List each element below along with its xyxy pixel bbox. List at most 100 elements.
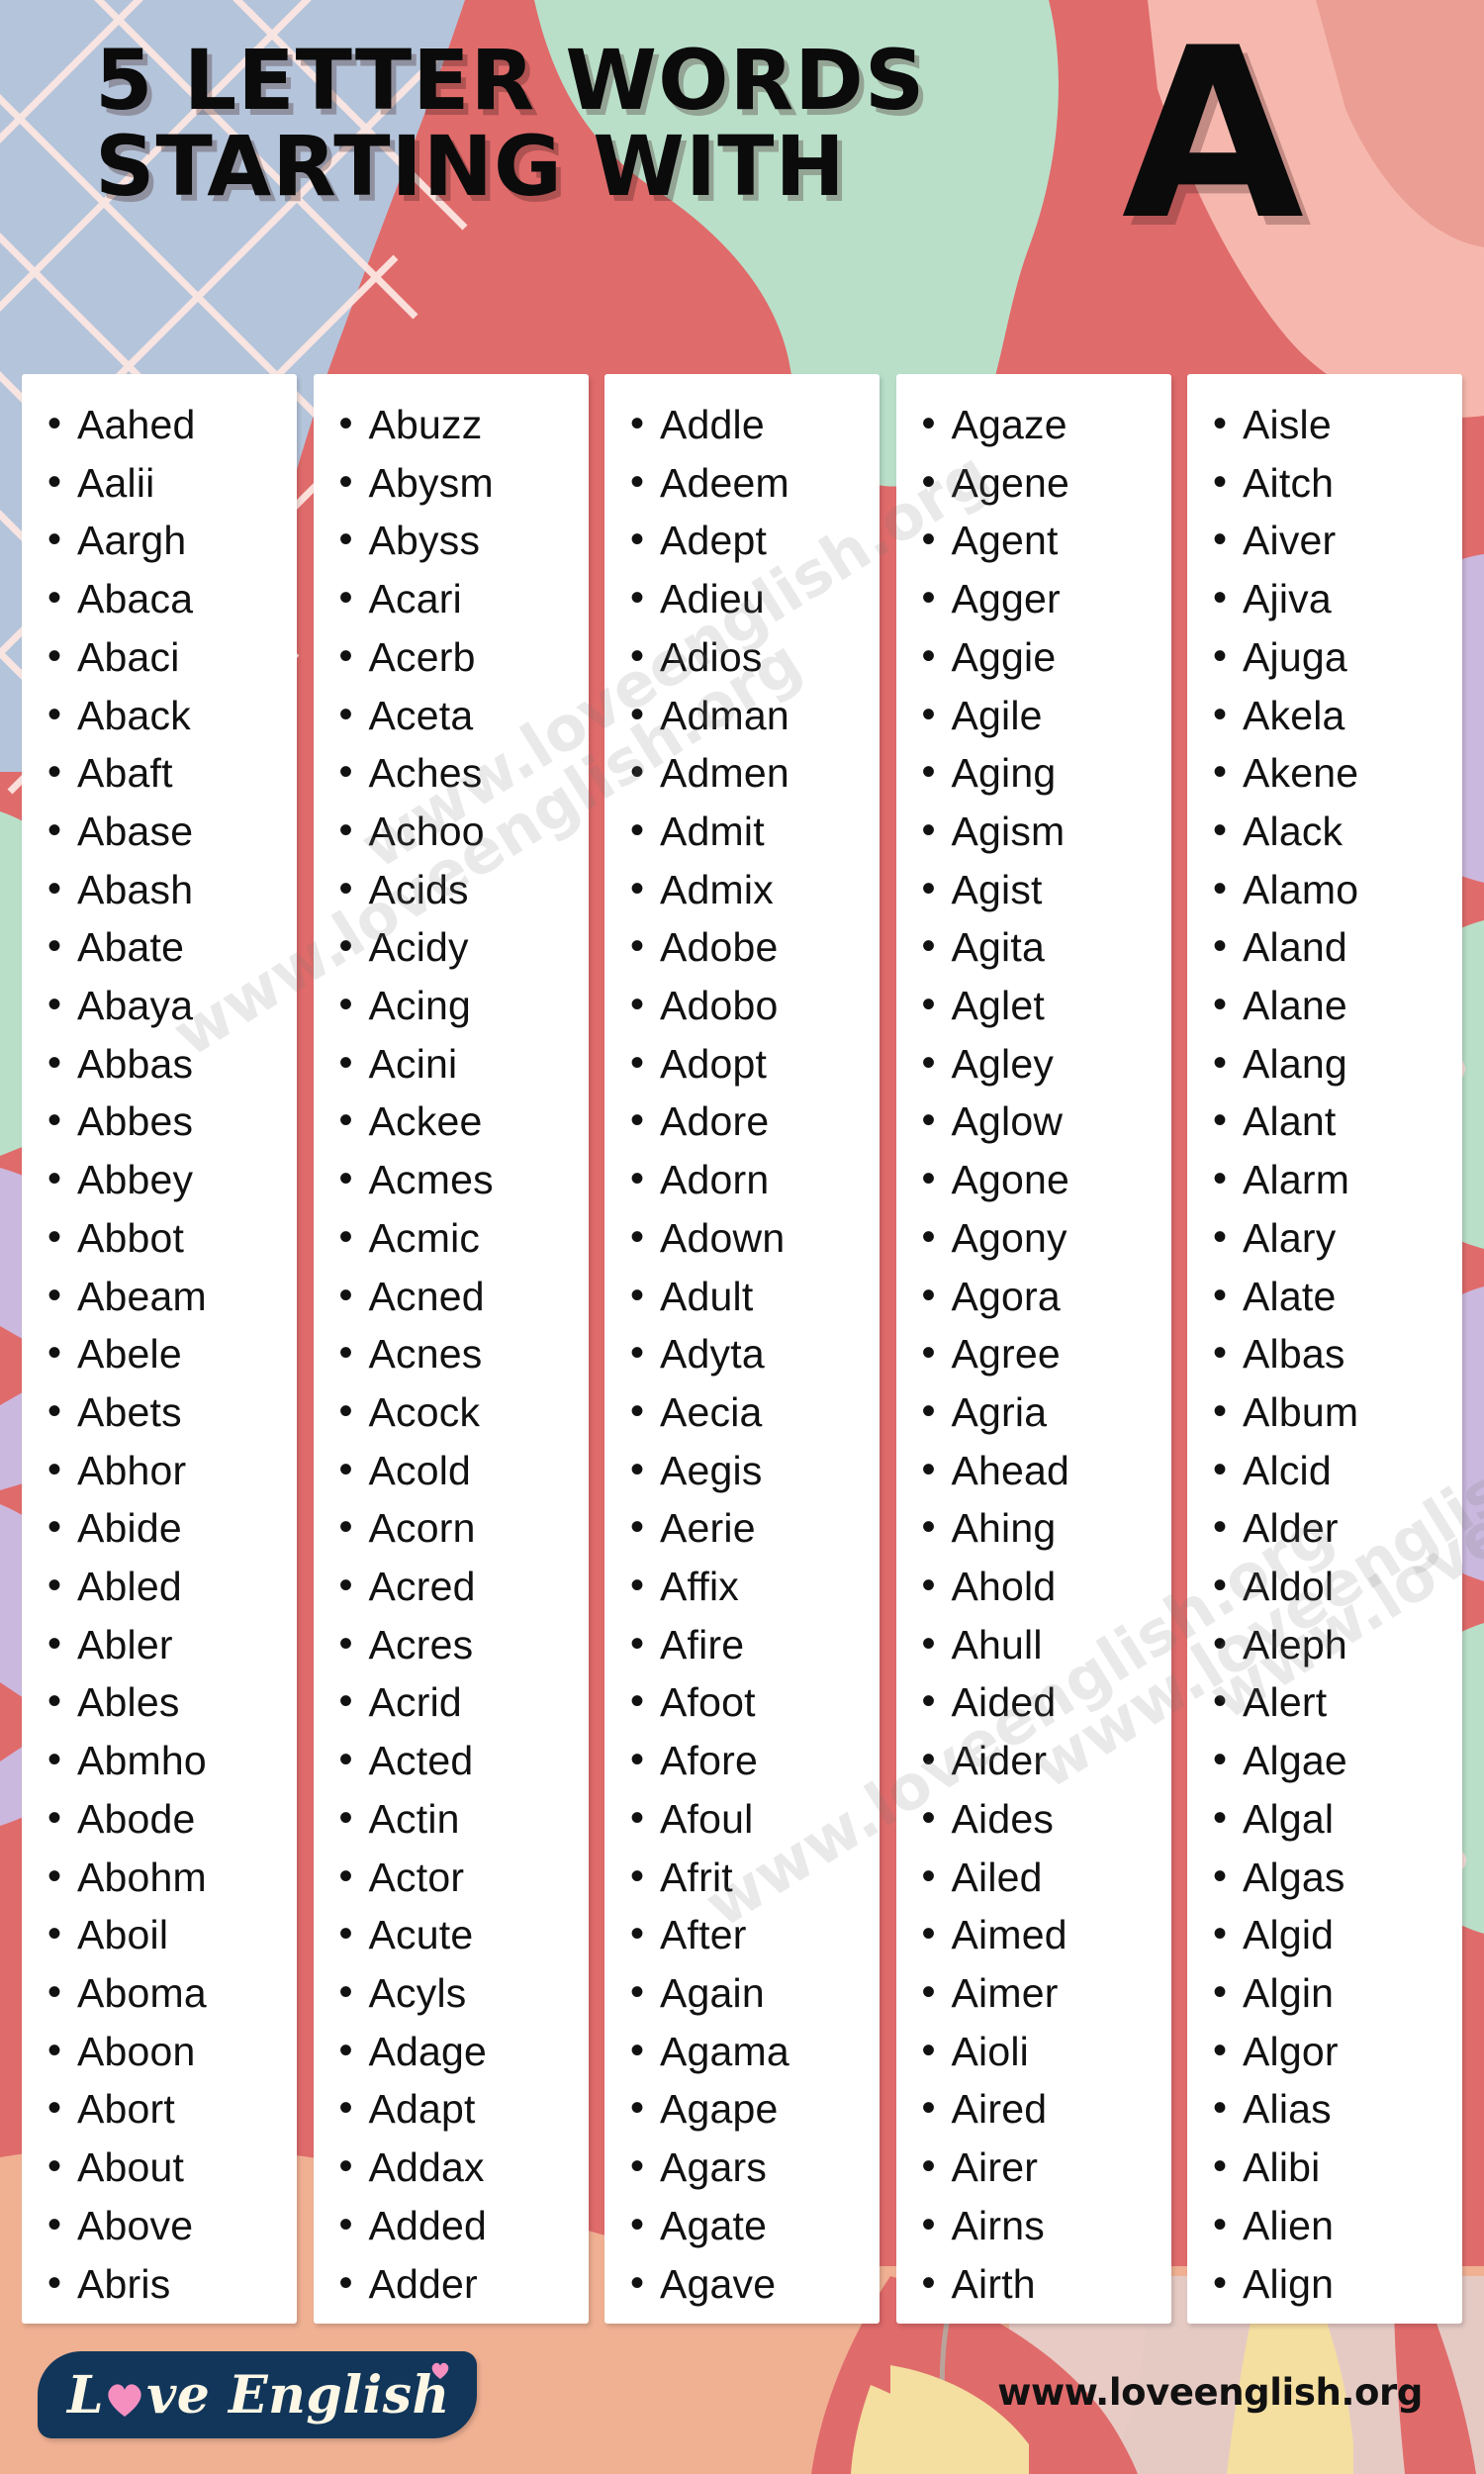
word-item: Adobe — [630, 917, 880, 977]
word-item: Aecia — [630, 1382, 880, 1442]
word-item: Aldol — [1213, 1557, 1462, 1616]
word-item: Alary — [1213, 1208, 1462, 1268]
word-item: Algas — [1213, 1848, 1462, 1907]
word-item: Agaze — [922, 395, 1171, 454]
word-item: Algor — [1213, 2022, 1462, 2081]
word-item: Aland — [1213, 917, 1462, 977]
poster-footer: L ve English www.loveenglish.org — [0, 2324, 1484, 2474]
word-item: Aegis — [630, 1441, 880, 1500]
word-item: Abohm — [47, 1848, 297, 1907]
word-item: Algal — [1213, 1789, 1462, 1849]
word-item: Abate — [47, 917, 297, 977]
word-item: Aalii — [47, 453, 297, 513]
word-item: Adore — [630, 1092, 880, 1151]
word-item: Adept — [630, 511, 880, 570]
word-item: Aboon — [47, 2022, 297, 2081]
word-item: Alarm — [1213, 1150, 1462, 1209]
word-item: Aimed — [922, 1905, 1171, 1964]
word-list-5: AisleAitchAiverAjivaAjugaAkelaAkeneAlack… — [1187, 395, 1462, 2314]
word-item: About — [47, 2138, 297, 2197]
word-item: Adobo — [630, 976, 880, 1035]
word-item: Acold — [339, 1441, 589, 1500]
word-item: Agape — [630, 2079, 880, 2139]
word-item: Acorn — [339, 1498, 589, 1558]
word-item: Abuzz — [339, 395, 589, 454]
word-item: Aging — [922, 743, 1171, 803]
word-item: Abash — [47, 860, 297, 919]
word-item: Acerb — [339, 627, 589, 687]
word-item: Aboil — [47, 1905, 297, 1964]
word-columns: AahedAaliiAarghAbacaAbaciAbackAbaftAbase… — [0, 374, 1484, 2324]
word-item: Ables — [47, 1672, 297, 1732]
word-item: Acrid — [339, 1672, 589, 1732]
word-item: Aches — [339, 743, 589, 803]
word-item: Agile — [922, 686, 1171, 745]
heart-icon — [105, 2375, 144, 2417]
word-item: Acini — [339, 1034, 589, 1094]
word-item: Abort — [47, 2079, 297, 2139]
word-item: Agist — [922, 860, 1171, 919]
word-item: Added — [339, 2196, 589, 2255]
word-item: Algae — [1213, 1731, 1462, 1790]
word-item: Alert — [1213, 1672, 1462, 1732]
word-item: Aimer — [922, 1963, 1171, 2023]
word-item: Alien — [1213, 2196, 1462, 2255]
logo-text: L ve English — [67, 2362, 449, 2426]
word-column-3: AddleAdeemAdeptAdieuAdiosAdmanAdmenAdmit… — [604, 374, 880, 2324]
word-list-2: AbuzzAbysmAbyssAcariAcerbAcetaAchesAchoo… — [314, 395, 589, 2313]
word-item: Agave — [630, 2254, 880, 2314]
word-item: Agita — [922, 917, 1171, 977]
word-item: Abase — [47, 802, 297, 861]
word-item: Adios — [630, 627, 880, 687]
word-item: Akene — [1213, 743, 1462, 803]
word-item: Acing — [339, 976, 589, 1035]
word-item: Alibi — [1213, 2138, 1462, 2197]
word-item: Aahed — [47, 395, 297, 454]
word-item: Abaca — [47, 569, 297, 628]
word-item: Agger — [922, 569, 1171, 628]
word-item: Ailed — [922, 1848, 1171, 1907]
heart-dot-icon — [430, 2361, 449, 2379]
word-item: Adapt — [339, 2079, 589, 2139]
word-item: Acari — [339, 569, 589, 628]
word-item: Agism — [922, 802, 1171, 861]
word-item: Aired — [922, 2079, 1171, 2139]
word-column-1: AahedAaliiAarghAbacaAbaciAbackAbaftAbase… — [22, 374, 297, 2324]
word-item: Align — [1213, 2254, 1462, 2314]
word-item: Alant — [1213, 1092, 1462, 1151]
word-item: Above — [47, 2196, 297, 2255]
word-item: Acute — [339, 1905, 589, 1964]
word-item: Ahing — [922, 1498, 1171, 1558]
word-item: Aggie — [922, 627, 1171, 687]
word-item: Aboma — [47, 1963, 297, 2023]
word-item: Algin — [1213, 1963, 1462, 2023]
poster-header: 5 LETTER WORDS STARTING WITH A — [0, 0, 1484, 366]
title-block: 5 LETTER WORDS STARTING WITH — [95, 38, 1144, 209]
word-item: Agley — [922, 1034, 1171, 1094]
word-item: Aglow — [922, 1092, 1171, 1151]
word-item: Alder — [1213, 1498, 1462, 1558]
love-english-logo[interactable]: L ve English — [38, 2351, 477, 2438]
word-item: Achoo — [339, 802, 589, 861]
word-item: Abysm — [339, 453, 589, 513]
word-list-3: AddleAdeemAdeptAdieuAdiosAdmanAdmenAdmit… — [604, 395, 880, 2314]
word-list-4: AgazeAgeneAgentAggerAggieAgileAgingAgism… — [896, 395, 1171, 2313]
word-item: Afore — [630, 1731, 880, 1790]
word-item: Abbes — [47, 1092, 297, 1151]
word-item: Agars — [630, 2138, 880, 2197]
word-item: Akela — [1213, 686, 1462, 745]
word-item: Abmho — [47, 1731, 297, 1790]
word-item: Abhor — [47, 1441, 297, 1500]
word-item: Again — [630, 1963, 880, 2023]
word-item: Acock — [339, 1382, 589, 1442]
word-item: Adeem — [630, 453, 880, 513]
word-item: Album — [1213, 1382, 1462, 1442]
word-item: Aided — [922, 1672, 1171, 1732]
word-item: Afire — [630, 1615, 880, 1674]
word-item: Afrit — [630, 1848, 880, 1907]
word-item: Airer — [922, 2138, 1171, 2197]
word-item: Aback — [47, 686, 297, 745]
word-item: Adopt — [630, 1034, 880, 1094]
word-item: Abled — [47, 1557, 297, 1616]
word-item: Aerie — [630, 1498, 880, 1558]
